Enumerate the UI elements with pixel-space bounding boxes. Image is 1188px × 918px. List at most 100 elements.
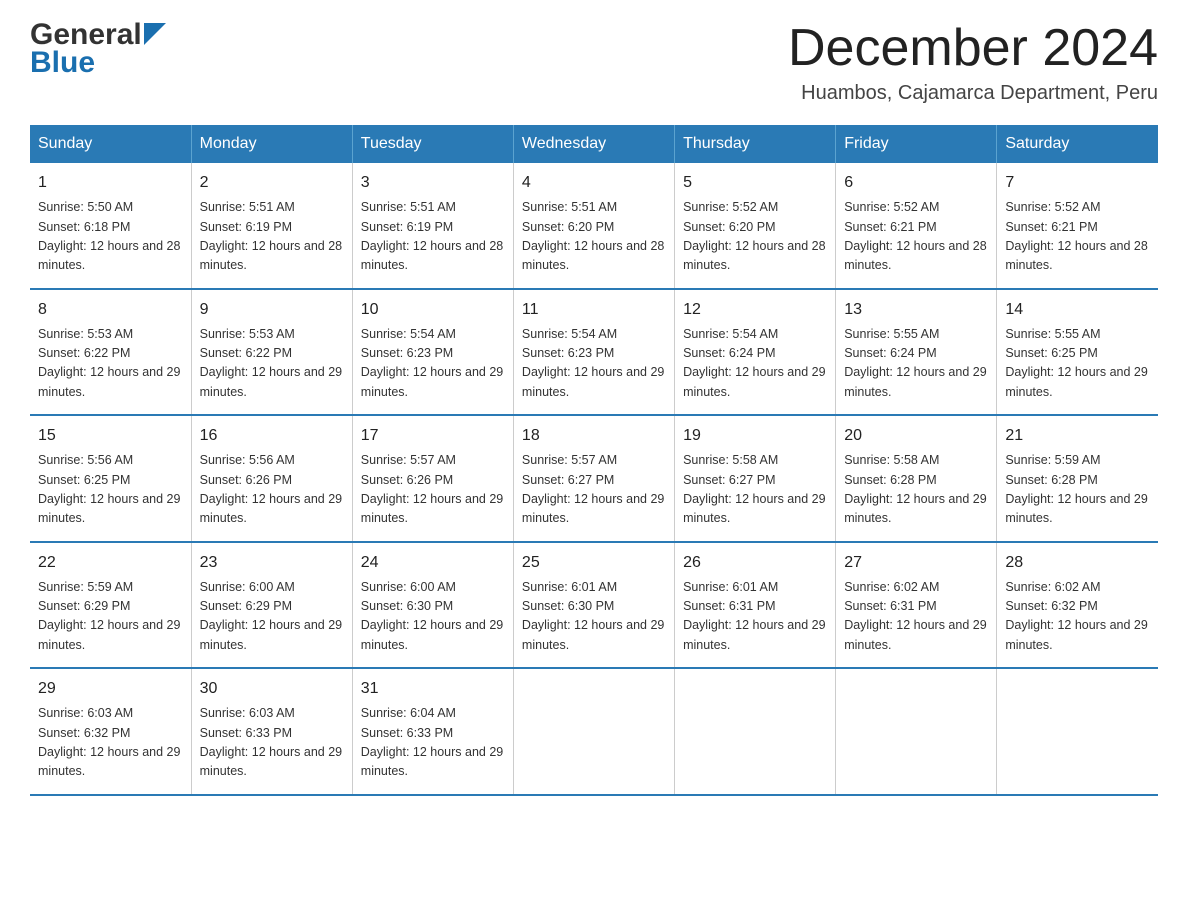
- day-info: Sunrise: 5:53 AMSunset: 6:22 PMDaylight:…: [38, 325, 183, 403]
- day-info: Sunrise: 5:56 AMSunset: 6:26 PMDaylight:…: [200, 451, 344, 529]
- calendar-cell: 11 Sunrise: 5:54 AMSunset: 6:23 PMDayligh…: [513, 289, 674, 416]
- day-number: 13: [844, 298, 988, 322]
- day-info: Sunrise: 5:59 AMSunset: 6:29 PMDaylight:…: [38, 578, 183, 656]
- day-info: Sunrise: 6:03 AMSunset: 6:32 PMDaylight:…: [38, 704, 183, 782]
- title-area: December 2024 Huambos, Cajamarca Departm…: [788, 20, 1158, 105]
- day-number: 4: [522, 171, 666, 195]
- day-info: Sunrise: 5:55 AMSunset: 6:24 PMDaylight:…: [844, 325, 988, 403]
- day-number: 30: [200, 677, 344, 701]
- day-info: Sunrise: 6:00 AMSunset: 6:29 PMDaylight:…: [200, 578, 344, 656]
- calendar-cell: 1 Sunrise: 5:50 AMSunset: 6:18 PMDaylight…: [30, 163, 191, 289]
- day-info: Sunrise: 5:54 AMSunset: 6:24 PMDaylight:…: [683, 325, 827, 403]
- day-number: 1: [38, 171, 183, 195]
- day-number: 9: [200, 298, 344, 322]
- day-number: 14: [1005, 298, 1150, 322]
- day-number: 27: [844, 551, 988, 575]
- day-number: 21: [1005, 424, 1150, 448]
- calendar-cell: 4 Sunrise: 5:51 AMSunset: 6:20 PMDaylight…: [513, 163, 674, 289]
- calendar-cell: 17Sunrise: 5:57 AMSunset: 6:26 PMDayligh…: [352, 415, 513, 542]
- day-number: 12: [683, 298, 827, 322]
- calendar-cell: 27Sunrise: 6:02 AMSunset: 6:31 PMDayligh…: [836, 542, 997, 669]
- day-number: 31: [361, 677, 505, 701]
- day-number: 11: [522, 298, 666, 322]
- calendar-cell: 29 Sunrise: 6:03 AMSunset: 6:32 PMDayligh…: [30, 668, 191, 795]
- day-info: Sunrise: 6:00 AMSunset: 6:30 PMDaylight:…: [361, 578, 505, 656]
- day-number: 19: [683, 424, 827, 448]
- calendar-cell: 14 Sunrise: 5:55 AMSunset: 6:25 PMDayligh…: [997, 289, 1158, 416]
- calendar-cell: 21Sunrise: 5:59 AMSunset: 6:28 PMDayligh…: [997, 415, 1158, 542]
- day-info: Sunrise: 5:53 AMSunset: 6:22 PMDaylight:…: [200, 325, 344, 403]
- day-info: Sunrise: 5:52 AMSunset: 6:21 PMDaylight:…: [1005, 198, 1150, 276]
- day-info: Sunrise: 5:54 AMSunset: 6:23 PMDaylight:…: [361, 325, 505, 403]
- day-number: 16: [200, 424, 344, 448]
- day-number: 8: [38, 298, 183, 322]
- page-title: December 2024: [788, 20, 1158, 77]
- day-number: 20: [844, 424, 988, 448]
- day-info: Sunrise: 5:52 AMSunset: 6:20 PMDaylight:…: [683, 198, 827, 276]
- day-info: Sunrise: 6:03 AMSunset: 6:33 PMDaylight:…: [200, 704, 344, 782]
- day-info: Sunrise: 5:51 AMSunset: 6:19 PMDaylight:…: [200, 198, 344, 276]
- calendar-week-row: 29 Sunrise: 6:03 AMSunset: 6:32 PMDayligh…: [30, 668, 1158, 795]
- day-number: 18: [522, 424, 666, 448]
- calendar-cell: 25Sunrise: 6:01 AMSunset: 6:30 PMDayligh…: [513, 542, 674, 669]
- calendar-cell: 7 Sunrise: 5:52 AMSunset: 6:21 PMDaylight…: [997, 163, 1158, 289]
- day-info: Sunrise: 5:50 AMSunset: 6:18 PMDaylight:…: [38, 198, 183, 276]
- weekday-header: Wednesday: [513, 125, 674, 163]
- day-number: 6: [844, 171, 988, 195]
- calendar-week-row: 1 Sunrise: 5:50 AMSunset: 6:18 PMDaylight…: [30, 163, 1158, 289]
- weekday-header: Saturday: [997, 125, 1158, 163]
- day-number: 29: [38, 677, 183, 701]
- day-number: 7: [1005, 171, 1150, 195]
- weekday-header: Tuesday: [352, 125, 513, 163]
- calendar-cell: 9 Sunrise: 5:53 AMSunset: 6:22 PMDaylight…: [191, 289, 352, 416]
- day-number: 2: [200, 171, 344, 195]
- calendar-header-row: SundayMondayTuesdayWednesdayThursdayFrid…: [30, 125, 1158, 163]
- calendar-body: 1 Sunrise: 5:50 AMSunset: 6:18 PMDaylight…: [30, 163, 1158, 795]
- logo: General Blue: [30, 20, 166, 80]
- calendar-cell: 13 Sunrise: 5:55 AMSunset: 6:24 PMDayligh…: [836, 289, 997, 416]
- day-info: Sunrise: 5:58 AMSunset: 6:27 PMDaylight:…: [683, 451, 827, 529]
- calendar-week-row: 15Sunrise: 5:56 AMSunset: 6:25 PMDayligh…: [30, 415, 1158, 542]
- calendar-cell: 26Sunrise: 6:01 AMSunset: 6:31 PMDayligh…: [675, 542, 836, 669]
- calendar-cell: 20 Sunrise: 5:58 AMSunset: 6:28 PMDayligh…: [836, 415, 997, 542]
- calendar-cell: 10 Sunrise: 5:54 AMSunset: 6:23 PMDayligh…: [352, 289, 513, 416]
- weekday-header: Friday: [836, 125, 997, 163]
- calendar-cell: 6 Sunrise: 5:52 AMSunset: 6:21 PMDaylight…: [836, 163, 997, 289]
- logo-triangle-icon: [144, 23, 166, 45]
- calendar-cell: 2 Sunrise: 5:51 AMSunset: 6:19 PMDaylight…: [191, 163, 352, 289]
- day-number: 10: [361, 298, 505, 322]
- calendar-cell: 23 Sunrise: 6:00 AMSunset: 6:29 PMDayligh…: [191, 542, 352, 669]
- day-number: 17: [361, 424, 505, 448]
- day-info: Sunrise: 5:52 AMSunset: 6:21 PMDaylight:…: [844, 198, 988, 276]
- day-number: 3: [361, 171, 505, 195]
- logo-blue: Blue: [30, 46, 95, 80]
- day-number: 22: [38, 551, 183, 575]
- calendar-cell: 28Sunrise: 6:02 AMSunset: 6:32 PMDayligh…: [997, 542, 1158, 669]
- day-number: 25: [522, 551, 666, 575]
- day-number: 15: [38, 424, 183, 448]
- calendar-cell: 18Sunrise: 5:57 AMSunset: 6:27 PMDayligh…: [513, 415, 674, 542]
- day-info: Sunrise: 5:51 AMSunset: 6:20 PMDaylight:…: [522, 198, 666, 276]
- calendar-cell: 16 Sunrise: 5:56 AMSunset: 6:26 PMDayligh…: [191, 415, 352, 542]
- day-number: 24: [361, 551, 505, 575]
- calendar-cell: 31Sunrise: 6:04 AMSunset: 6:33 PMDayligh…: [352, 668, 513, 795]
- calendar-cell: 22 Sunrise: 5:59 AMSunset: 6:29 PMDayligh…: [30, 542, 191, 669]
- day-info: Sunrise: 6:01 AMSunset: 6:31 PMDaylight:…: [683, 578, 827, 656]
- day-info: Sunrise: 6:02 AMSunset: 6:32 PMDaylight:…: [1005, 578, 1150, 656]
- calendar-cell: [675, 668, 836, 795]
- calendar-week-row: 22 Sunrise: 5:59 AMSunset: 6:29 PMDayligh…: [30, 542, 1158, 669]
- calendar-cell: 30 Sunrise: 6:03 AMSunset: 6:33 PMDayligh…: [191, 668, 352, 795]
- calendar-table: SundayMondayTuesdayWednesdayThursdayFrid…: [30, 125, 1158, 796]
- day-number: 23: [200, 551, 344, 575]
- day-info: Sunrise: 5:54 AMSunset: 6:23 PMDaylight:…: [522, 325, 666, 403]
- calendar-cell: [997, 668, 1158, 795]
- calendar-cell: 24 Sunrise: 6:00 AMSunset: 6:30 PMDayligh…: [352, 542, 513, 669]
- day-info: Sunrise: 5:58 AMSunset: 6:28 PMDaylight:…: [844, 451, 988, 529]
- calendar-cell: 15Sunrise: 5:56 AMSunset: 6:25 PMDayligh…: [30, 415, 191, 542]
- day-info: Sunrise: 5:55 AMSunset: 6:25 PMDaylight:…: [1005, 325, 1150, 403]
- day-number: 5: [683, 171, 827, 195]
- calendar-cell: 3Sunrise: 5:51 AMSunset: 6:19 PMDaylight…: [352, 163, 513, 289]
- page-header: General Blue December 2024 Huambos, Caja…: [30, 20, 1158, 105]
- weekday-header: Monday: [191, 125, 352, 163]
- calendar-week-row: 8 Sunrise: 5:53 AMSunset: 6:22 PMDaylight…: [30, 289, 1158, 416]
